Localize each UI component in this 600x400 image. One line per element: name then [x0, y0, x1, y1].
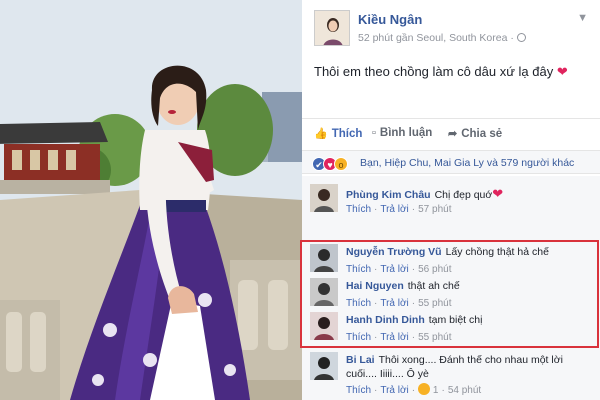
- separator-dot: ·: [411, 385, 416, 396]
- commenter-avatar[interactable]: [310, 352, 338, 380]
- globe-icon: [516, 33, 526, 42]
- commenter-avatar-image: [310, 184, 338, 212]
- highlight-box: [300, 240, 599, 348]
- share-button[interactable]: ➦ Chia sẻ: [448, 127, 502, 140]
- post-text-body: Thôi em theo chồng làm cô dâu xứ lạ đây: [314, 64, 554, 79]
- comment-item: Bi Lai Thôi xong.... Đánh thế cho nhau mộ…: [310, 352, 598, 400]
- separator-dot: ·: [374, 385, 378, 396]
- post-meta-text: 52 phút gần Seoul, South Korea ·: [358, 32, 514, 44]
- comment-body: Phùng Kim Châu Chị đẹp quớ❤: [346, 186, 503, 202]
- comment-button-label: Bình luận: [379, 127, 433, 139]
- like-button[interactable]: 👍 Thích: [314, 127, 362, 140]
- wow-reaction-icon: o: [334, 157, 348, 171]
- commenter-name[interactable]: Bi Lai: [346, 354, 375, 366]
- separator-dot: ·: [411, 204, 416, 215]
- heart-emoji: ❤: [556, 64, 568, 79]
- post-actions-bar: 👍 Thích ▫ Bình luận ➦ Chia sẻ: [302, 118, 600, 148]
- share-icon: ➦: [448, 128, 458, 140]
- commenter-avatar-image: [310, 352, 338, 380]
- comment-text: Thôi xong.... Đánh thế cho nhau một lời: [378, 354, 563, 366]
- reactions-bar[interactable]: ✔ ♥ o Bạn, Hiệp Chu, Mai Gia Ly và 579 ngư…: [302, 150, 600, 174]
- post-text: Thôi em theo chồng làm cô dâu xứ lạ đây …: [314, 64, 568, 80]
- post-meta[interactable]: 52 phút gần Seoul, South Korea ·: [358, 32, 526, 44]
- separator-dot: ·: [374, 204, 378, 215]
- comment-actions: Thích · Trả lời · 57 phút: [346, 204, 452, 215]
- comment-like-count[interactable]: 1: [433, 385, 439, 396]
- commenter-avatar[interactable]: [310, 184, 338, 212]
- comment-actions: Thích · Trả lời · 1 · 54 phút: [346, 383, 481, 396]
- commenter-name[interactable]: Phùng Kim Châu: [346, 189, 431, 201]
- comment-icon: ▫: [372, 127, 376, 139]
- comment-time[interactable]: 54 phút: [448, 385, 481, 396]
- reaction-icons: ✔ ♥ o: [312, 155, 348, 173]
- author-name[interactable]: Kiều Ngân: [358, 12, 422, 27]
- author-avatar[interactable]: [314, 10, 350, 46]
- photo-illustration: [0, 0, 302, 400]
- post-header: Kiều Ngân 52 phút gần Seoul, South Korea…: [314, 10, 594, 50]
- comment-time[interactable]: 57 phút: [418, 204, 451, 215]
- comment-item: Phùng Kim Châu Chị đẹp quớ❤ Thích · Trả lời…: [310, 184, 598, 228]
- author-avatar-image: [315, 11, 349, 45]
- comment-reply-link[interactable]: Trả lời: [380, 385, 408, 396]
- comment-reply-link[interactable]: Trả lời: [380, 204, 408, 215]
- comment-body: Bi Lai Thôi xong.... Đánh thế cho nhau mộ…: [346, 354, 563, 366]
- post-photo[interactable]: [0, 0, 302, 400]
- thumbs-up-icon: 👍: [314, 128, 328, 140]
- heart-emoji: ❤: [492, 186, 504, 201]
- comment-like-link[interactable]: Thích: [346, 385, 371, 396]
- comment-like-link[interactable]: Thích: [346, 204, 371, 215]
- comment-reaction-icon: [418, 383, 431, 395]
- like-button-label: Thích: [331, 128, 363, 140]
- share-button-label: Chia sẻ: [461, 128, 503, 140]
- chevron-down-icon[interactable]: ▼: [577, 12, 588, 24]
- reactions-summary[interactable]: Bạn, Hiệp Chu, Mai Gia Ly và 579 người k…: [360, 157, 574, 169]
- separator-dot: ·: [441, 385, 445, 396]
- comment-text: Chị đẹp quớ: [434, 189, 493, 201]
- comment-body-line2: cuối.... Iiiii.... Ô yè: [346, 368, 429, 380]
